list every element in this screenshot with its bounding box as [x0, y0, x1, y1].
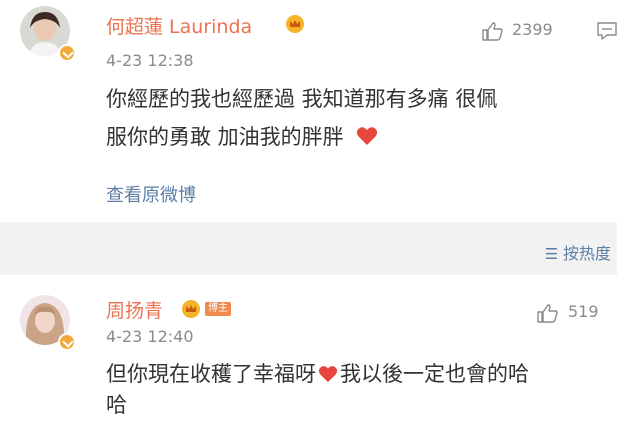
comment-text-a: 但你現在收穫了幸福呀: [106, 362, 316, 386]
like-count: 2399: [512, 20, 553, 39]
verified-icon: [58, 333, 76, 351]
post-time: 4-23 12:38: [106, 51, 194, 70]
sort-icon: ☰: [544, 245, 563, 263]
post-author-name[interactable]: 何超蓮 Laurinda: [106, 12, 252, 39]
crown-icon: [286, 15, 304, 33]
like-icon[interactable]: [481, 20, 503, 42]
comment-icon[interactable]: [596, 20, 617, 42]
post-content-text: 服你的勇敢 加油我的胖胖: [106, 125, 344, 149]
post-card: 何超蓮 Laurinda 4-23 12:38 2399 你經歷的我也經歷過 我…: [0, 0, 617, 222]
sort-bar: ☰ 按热度: [0, 222, 617, 275]
comment-time: 4-23 12:40: [106, 327, 194, 346]
verified-icon: [58, 44, 76, 62]
comment-author-name[interactable]: 周扬青: [106, 296, 163, 323]
heart-icon: [357, 127, 378, 145]
comment-content-line-2: 哈: [106, 393, 127, 417]
post-content-line-2: 服你的勇敢 加油我的胖胖: [106, 121, 378, 153]
sort-button[interactable]: ☰ 按热度: [545, 240, 611, 264]
view-original-link[interactable]: 查看原微博: [106, 181, 196, 207]
sort-label: 按热度: [562, 244, 611, 263]
like-count: 519: [568, 302, 599, 321]
comment-content-line-1: 但你現在收穫了幸福呀 我以後一定也會的哈: [106, 358, 529, 390]
comment-card: 周扬青 博主 4-23 12:40 519 但你現在收穫了幸福呀 我以後一定也會…: [0, 275, 617, 417]
author-badge: 博主: [205, 302, 231, 316]
heart-icon: [318, 366, 338, 383]
like-icon[interactable]: [536, 302, 558, 324]
post-content-line-1: 你經歷的我也經歷過 我知道那有多痛 很佩: [106, 87, 498, 111]
crown-icon: [182, 300, 200, 318]
comment-text-b: 我以後一定也會的哈: [340, 362, 529, 386]
